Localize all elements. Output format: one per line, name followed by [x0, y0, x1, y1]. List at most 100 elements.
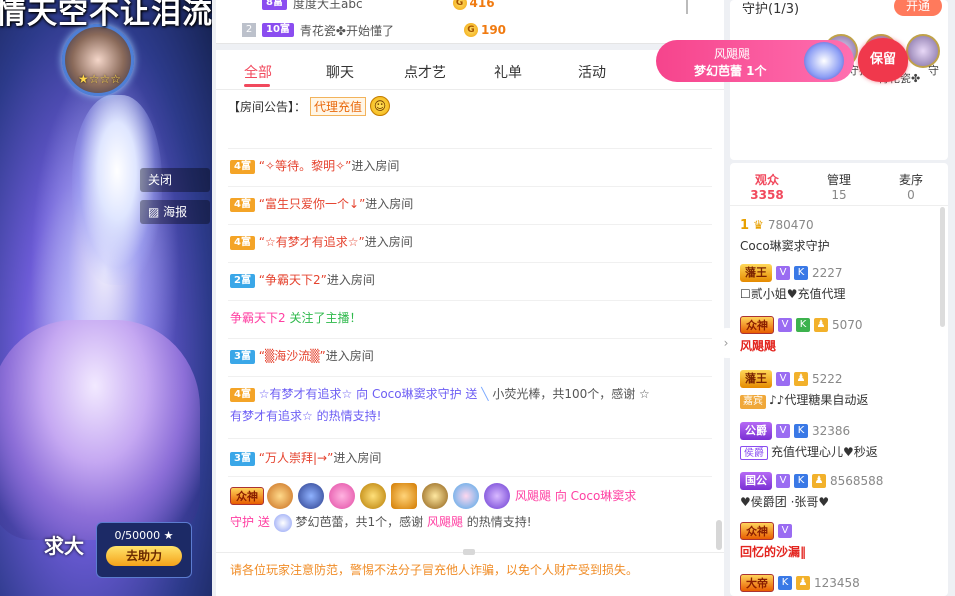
tab-activity[interactable]: 活动: [578, 62, 606, 82]
gift-sender-line: ☆有梦才有追求☆ 向 Coco琳窦求守护 送: [258, 387, 478, 401]
divider: [228, 224, 712, 225]
vip-icon: V: [776, 372, 790, 386]
chat-user-name[interactable]: “☆有梦才有追求☆”: [259, 235, 365, 249]
medal-icon: [298, 483, 324, 509]
audience-item[interactable]: 藩王 V ♟ 5222 嘉宾 ♪♪代理糖果自动返: [740, 369, 940, 409]
vip-icon: V: [778, 524, 792, 538]
crown-icon: ♛: [753, 218, 764, 232]
chat-user-name[interactable]: 争霸天下2: [230, 311, 286, 325]
divider: [730, 205, 948, 206]
guard-title: 守护(1/3): [742, 2, 800, 17]
audience-item[interactable]: 国公 V K ♟ 8568588 ♥侯爵团 ·张哥♥: [740, 471, 940, 510]
vip-icon: V: [778, 318, 792, 332]
user-name: 充值代理心儿♥秒返: [771, 445, 878, 459]
k-icon: K: [794, 474, 808, 488]
coin-icon: G: [452, 0, 467, 10]
chat-user-name[interactable]: “万人崇拜|→”: [259, 451, 334, 465]
tab-talent[interactable]: 点才艺: [404, 62, 446, 82]
nobility-badge: 藩王: [740, 264, 772, 282]
poster-button[interactable]: ▨ 海报: [140, 200, 210, 224]
chat-user-name[interactable]: “▒海沙流▒”: [259, 349, 326, 363]
audience-item[interactable]: 大帝 K ♟ 123458: [740, 573, 940, 593]
divider: [228, 338, 712, 339]
live-video-player[interactable]: 情天空不让泪流下来 ★☆☆☆ 关闭 ▨ 海报 求大 0/50000 ★ 去助力: [0, 0, 212, 596]
user-name: ♥侯爵团 ·张哥♥: [740, 495, 830, 509]
chat-message: 4富 “✧等待。黎明✧”进入房间: [230, 155, 708, 177]
notice-tag[interactable]: 代理充值: [310, 96, 367, 116]
chat-scrollbar[interactable]: [716, 520, 722, 550]
chat-user-name[interactable]: 风飓飓: [427, 515, 463, 529]
tab-chat[interactable]: 聊天: [326, 62, 354, 82]
chevron-right-icon[interactable]: ›: [720, 328, 732, 358]
nobility-badge: 众神: [740, 522, 774, 540]
user-name: 回忆的沙漏‖: [740, 545, 807, 559]
tab-admin[interactable]: 管理 15: [804, 171, 874, 202]
keep-label: 保留: [869, 52, 896, 67]
rank-coins: G 416: [452, 0, 495, 10]
user-name: ♪♪代理糖果自动返: [769, 393, 869, 407]
chat-tabs: 全部 聊天 点才艺 礼单 活动: [216, 50, 724, 90]
audience-item[interactable]: 公爵 V K 32386 侯爵 充值代理心儿♥秒返: [740, 421, 940, 460]
chat-message: 2富 “争霸天下2”进入房间: [230, 269, 708, 291]
k-icon: K: [796, 318, 810, 332]
gift-message: 4富 ☆有梦才有追求☆ 向 Coco琳窦求守护 送 ╲ 小荧光棒，共100个，感…: [230, 383, 708, 427]
tab-all[interactable]: 全部: [244, 62, 272, 82]
chat-action: 进入房间: [326, 273, 375, 287]
wealth-badge: 3富: [230, 451, 255, 466]
gift-detail: 小荧光棒，共100个，感谢 ☆: [492, 387, 650, 401]
audience-item[interactable]: 藩王 V K 2227 ☐贰小姐♥充值代理: [740, 263, 940, 302]
guard-name: 守: [928, 64, 939, 77]
open-guard-button[interactable]: 开通: [894, 0, 942, 16]
audience-item[interactable]: 1 ♛ 780470 Coco琳窦求守护: [740, 215, 940, 254]
person-icon: ♟: [794, 372, 808, 386]
rank-user-name: 青花瓷✤开始懂了: [299, 23, 394, 38]
wealth-badge: 2富: [230, 273, 255, 288]
chat-message: 争霸天下2 关注了主播！: [230, 307, 708, 329]
user-name: Coco琳窦求守护: [740, 239, 830, 253]
treasure-medal-icon: [391, 483, 417, 509]
keep-button[interactable]: 保留: [858, 38, 908, 82]
person-icon: ♟: [796, 576, 810, 590]
user-name: ☐贰小姐♥充值代理: [740, 287, 846, 301]
chat-user-name[interactable]: “✧等待。黎明✧”: [259, 159, 352, 173]
tab-mic-queue[interactable]: 麦序 0: [876, 171, 946, 202]
k-icon: K: [794, 266, 808, 280]
rank-coins: G 190: [463, 23, 507, 37]
chat-user-name[interactable]: “富生只爱你一个↓”: [259, 197, 366, 211]
tab-label: 管理: [826, 173, 851, 187]
tab-audience[interactable]: 观众 3358: [732, 171, 802, 202]
gift-notification: 风飓飓 梦幻芭蕾 1个: [656, 40, 854, 82]
chat-action: 进入房间: [351, 159, 400, 173]
person-icon: ♟: [814, 318, 828, 332]
help-button[interactable]: 去助力: [106, 546, 182, 566]
chat-action: 进入房间: [333, 451, 382, 465]
nobility-badge: 藩王: [740, 370, 772, 388]
divider: [228, 476, 712, 477]
rank-row[interactable]: 8富 度度大王abc G 416: [242, 0, 495, 13]
close-button[interactable]: 关闭: [140, 168, 210, 192]
room-notice: 【房间公告】： 代理充值 ☺: [228, 96, 391, 116]
audience-item[interactable]: 众神 V 回忆的沙漏‖: [740, 521, 940, 560]
gift-name: 梦幻芭蕾 1个: [694, 64, 767, 78]
chat-message: 4富 “富生只爱你一个↓”进入房间: [230, 193, 708, 215]
tab-gift-list[interactable]: 礼单: [494, 62, 522, 82]
chat-user-name[interactable]: “争霸天下2”: [259, 273, 327, 287]
person-icon: ♟: [812, 474, 826, 488]
audience-item[interactable]: 众神 V K ♟ 5070 风飓飓: [740, 315, 940, 354]
heart-icon: 保留: [858, 38, 908, 82]
rank-number: 2: [242, 23, 256, 37]
gift-target: 守护 送: [230, 515, 270, 529]
rank-row[interactable]: 2 10富 青花瓷✤开始懂了 G 190: [242, 20, 506, 40]
wealth-badge: 4富: [230, 197, 255, 212]
rank-coin-value: 190: [480, 23, 507, 37]
audience-scrollbar[interactable]: [940, 207, 945, 327]
audience-panel: 观众 3358 管理 15 麦序 0 1 ♛ 780470 Coco琳窦求守护 …: [730, 163, 948, 596]
user-score: 123458: [814, 576, 860, 590]
resize-handle[interactable]: [463, 549, 475, 555]
chat-message: 4富 “☆有梦才有追求☆”进入房间: [230, 231, 708, 253]
nobility-badge: 众神: [740, 316, 774, 334]
vip-medal-icon: [360, 483, 386, 509]
gift-thanks: 的热情支持!: [466, 515, 532, 529]
rank-coin-value: 416: [469, 0, 495, 10]
chat-feed[interactable]: 【房间公告】： 代理充值 ☺ 4富 “✧等待。黎明✧”进入房间 4富 “富生只爱…: [216, 90, 724, 552]
